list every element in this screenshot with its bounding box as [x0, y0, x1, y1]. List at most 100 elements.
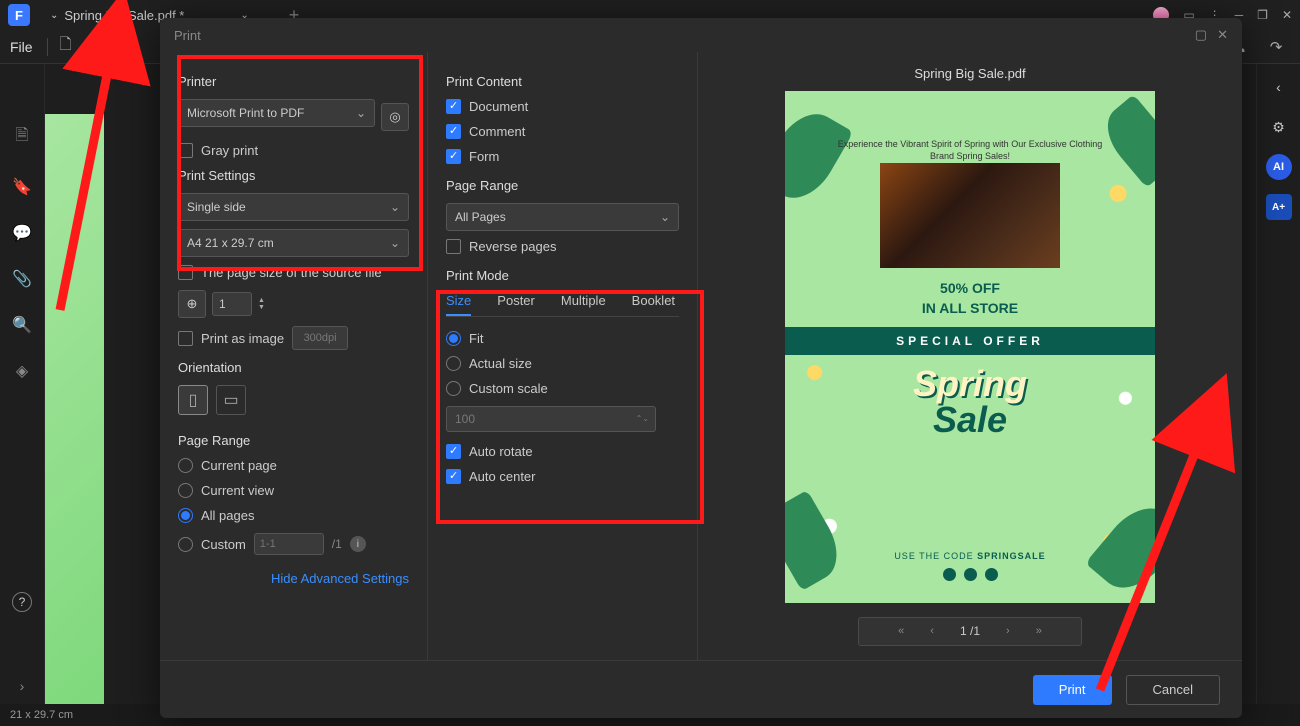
redo-icon[interactable]: ↷ — [1262, 33, 1290, 61]
checkbox-icon — [178, 331, 193, 346]
facebook-icon — [964, 568, 977, 581]
settings-column-2: Print Content Document Comment Form Page… — [428, 52, 698, 660]
radio-icon — [178, 458, 193, 473]
divider — [47, 38, 48, 56]
settings-column-1: Printer Microsoft Print to PDF ◎ Gray pr… — [160, 52, 428, 660]
checkbox-icon — [446, 149, 461, 164]
scale-input[interactable]: 100 — [446, 406, 656, 432]
instagram-icon — [943, 568, 956, 581]
doc-background — [44, 114, 104, 704]
custom-range-radio[interactable]: Custom /1 i — [178, 533, 409, 555]
checkbox-icon — [446, 469, 461, 484]
bookmark-icon[interactable]: 🔖 — [12, 177, 32, 197]
form-checkbox[interactable]: Form — [446, 149, 679, 164]
reverse-checkbox[interactable]: Reverse pages — [446, 239, 679, 254]
page-range2-label: Page Range — [446, 178, 679, 193]
gray-print-checkbox[interactable]: Gray print — [178, 143, 409, 158]
preview-pager: « ‹ 1 /1 › » — [858, 617, 1082, 646]
help-icon[interactable]: ? — [12, 592, 32, 612]
dialog-footer: Print Cancel — [160, 660, 1242, 718]
dialog-maximize-icon[interactable]: ▢ — [1195, 27, 1207, 43]
preview-discount: 50% OFF IN ALL STORE — [785, 279, 1155, 318]
comment-checkbox[interactable]: Comment — [446, 124, 679, 139]
dpi-input[interactable]: 300dpi — [292, 326, 348, 350]
print-settings-label: Print Settings — [178, 168, 409, 183]
close-icon[interactable]: ✕ — [1282, 8, 1292, 22]
preview-page: Experience the Vibrant Spirit of Spring … — [785, 91, 1155, 603]
actual-size-radio[interactable]: Actual size — [446, 356, 679, 371]
attachment-icon[interactable]: 📎 — [12, 269, 32, 289]
comment-icon[interactable]: 💬 — [12, 223, 32, 243]
copies-input[interactable]: 1 — [212, 292, 252, 316]
pager-first-icon[interactable]: « — [898, 625, 904, 637]
radio-icon — [178, 537, 193, 552]
search-icon[interactable]: 🔍 — [12, 315, 32, 335]
cancel-button[interactable]: Cancel — [1126, 675, 1220, 705]
tab-multiple[interactable]: Multiple — [561, 293, 606, 316]
source-size-checkbox[interactable]: The page size of the source file — [178, 265, 409, 280]
printer-select[interactable]: Microsoft Print to PDF — [178, 99, 375, 127]
checkbox-icon — [446, 99, 461, 114]
dialog-close-icon[interactable]: ✕ — [1217, 27, 1228, 43]
expand-icon[interactable]: › — [20, 678, 25, 694]
radio-icon — [446, 331, 461, 346]
custom-scale-radio[interactable]: Custom scale — [446, 381, 679, 396]
ai-icon[interactable]: AI — [1266, 154, 1292, 180]
dialog-body: Printer Microsoft Print to PDF ◎ Gray pr… — [160, 52, 1242, 660]
tab-poster[interactable]: Poster — [497, 293, 535, 316]
all-pages-radio[interactable]: All pages — [178, 508, 409, 523]
pager-next-icon[interactable]: › — [1006, 625, 1010, 637]
auto-rotate-checkbox[interactable]: Auto rotate — [446, 444, 679, 459]
aplus-icon[interactable]: A+ — [1266, 194, 1292, 220]
collapse-icon[interactable]: ‹ — [1266, 74, 1292, 100]
tab-size[interactable]: Size — [446, 293, 471, 316]
sliders-icon[interactable]: ⚙ — [1266, 114, 1292, 140]
radio-icon — [178, 483, 193, 498]
dialog-header: Print ▢ ✕ — [160, 18, 1242, 52]
page-dimensions: 21 x 29.7 cm — [10, 709, 73, 721]
copies-stepper[interactable]: ▲▼ — [258, 297, 265, 311]
advanced-settings-link[interactable]: Hide Advanced Settings — [178, 571, 409, 586]
pager-indicator: 1 /1 — [960, 624, 980, 638]
document-checkbox[interactable]: Document — [446, 99, 679, 114]
orientation-portrait[interactable]: ▯ — [178, 385, 208, 415]
auto-center-checkbox[interactable]: Auto center — [446, 469, 679, 484]
info-icon[interactable]: i — [350, 536, 366, 552]
save-icon[interactable]: 🗋 — [52, 33, 80, 61]
right-rail: ‹ ⚙ AI A+ — [1256, 64, 1300, 704]
orientation-landscape[interactable]: ▭ — [216, 385, 246, 415]
maximize-icon[interactable]: ❐ — [1257, 8, 1268, 22]
tab-booklet[interactable]: Booklet — [632, 293, 675, 316]
preview-headline: Spring Sale — [785, 366, 1155, 438]
print-mode-tabs: Size Poster Multiple Booklet — [446, 293, 679, 317]
print-as-image-checkbox[interactable]: Print as image 300dpi — [178, 326, 409, 350]
file-menu[interactable]: File — [10, 39, 33, 55]
undo-icon[interactable]: ↶ — [108, 33, 136, 61]
paper-select[interactable]: A4 21 x 29.7 cm — [178, 229, 409, 257]
page-icon[interactable]: 🗎 — [16, 124, 29, 151]
preview-filename: Spring Big Sale.pdf — [914, 66, 1025, 81]
preview-social-icons — [785, 568, 1155, 581]
preview-column: Spring Big Sale.pdf Experience the Vibra… — [698, 52, 1242, 660]
dialog-title: Print — [174, 28, 201, 43]
print-icon[interactable]: 🖶 — [80, 33, 108, 61]
fit-radio[interactable]: Fit — [446, 331, 679, 346]
left-rail: 🗎 🔖 💬 📎 🔍 ◈ ? › — [0, 64, 44, 704]
radio-icon — [178, 508, 193, 523]
layers-icon[interactable]: ◈ — [16, 361, 28, 381]
orientation-label: Orientation — [178, 360, 409, 375]
preview-hero-image — [880, 163, 1060, 268]
printer-settings-button[interactable]: ◎ — [381, 103, 409, 131]
checkbox-icon — [446, 239, 461, 254]
sides-select[interactable]: Single side — [178, 193, 409, 221]
document-strip — [44, 64, 104, 704]
current-view-radio[interactable]: Current view — [178, 483, 409, 498]
custom-range-input[interactable] — [254, 533, 324, 555]
pager-last-icon[interactable]: » — [1036, 625, 1042, 637]
page-range-select[interactable]: All Pages — [446, 203, 679, 231]
print-button[interactable]: Print — [1033, 675, 1112, 705]
app-logo: F — [8, 4, 30, 26]
current-page-radio[interactable]: Current page — [178, 458, 409, 473]
preview-code: USE THE CODE SPRINGSALE — [785, 551, 1155, 561]
pager-prev-icon[interactable]: ‹ — [930, 625, 934, 637]
